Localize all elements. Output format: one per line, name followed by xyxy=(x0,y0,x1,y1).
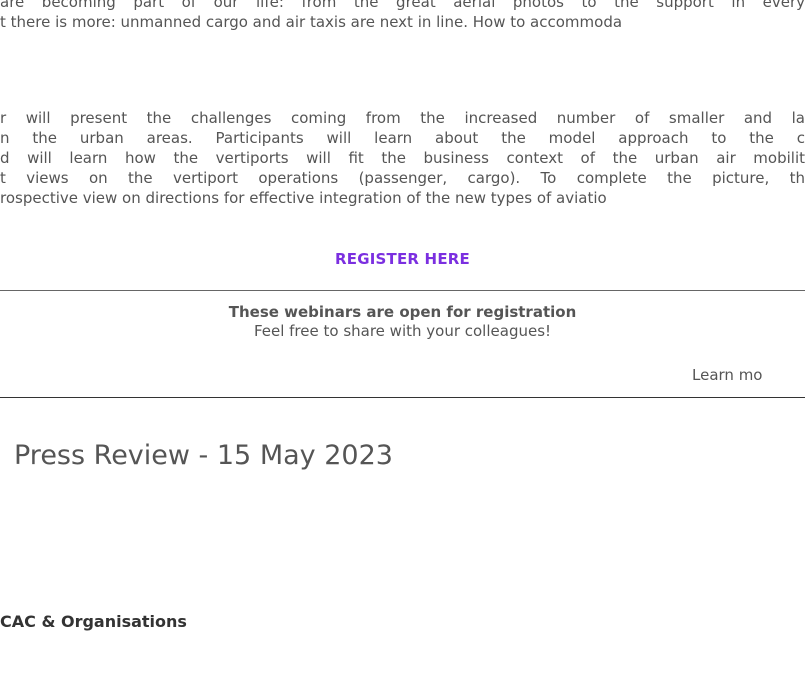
intro-line: t there is more: unmanned cargo and air … xyxy=(0,13,623,31)
divider xyxy=(0,397,805,398)
registration-notice: These webinars are open for registration… xyxy=(0,302,805,340)
description-paragraph: r will present the challenges coming fro… xyxy=(0,108,805,208)
learn-more-link[interactable]: Learn mo xyxy=(692,366,762,384)
intro-paragraph: are becoming part of our life: from the … xyxy=(0,0,805,32)
intro-line: are becoming part of our life: from the … xyxy=(0,0,805,11)
register-row: REGISTER HERE xyxy=(0,249,805,268)
register-link[interactable]: REGISTER HERE xyxy=(335,250,470,268)
section-heading: CAC & Organisations xyxy=(0,612,187,631)
description-line: n the urban areas. Participants will lea… xyxy=(0,129,805,147)
divider xyxy=(0,290,805,291)
press-review-title: Press Review - 15 May 2023 xyxy=(14,440,393,471)
notice-title: These webinars are open for registration xyxy=(228,303,577,321)
description-line: r will present the challenges coming fro… xyxy=(0,109,805,127)
description-line: d will learn how the vertiports will fit… xyxy=(0,149,805,167)
description-line: rospective view on directions for effect… xyxy=(0,189,607,207)
notice-subtitle: Feel free to share with your colleagues! xyxy=(253,322,552,340)
description-line: t views on the vertiport operations (pas… xyxy=(0,169,805,187)
